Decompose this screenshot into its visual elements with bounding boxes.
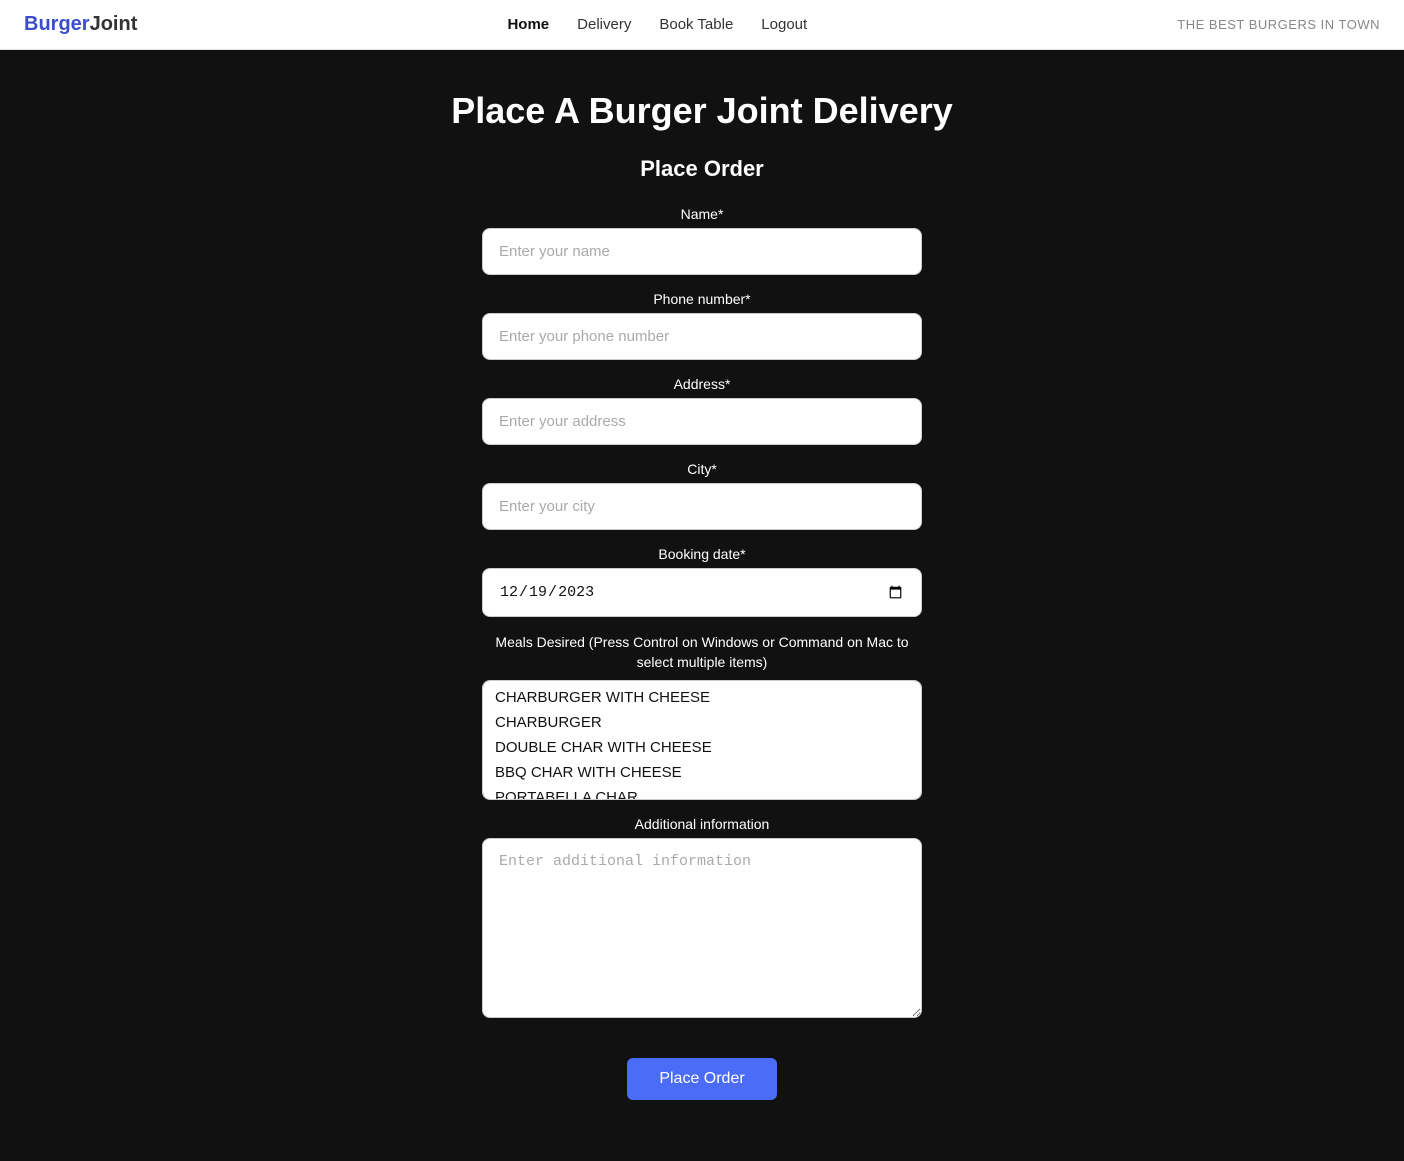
main-content: Place A Burger Joint Delivery Place Orde… <box>0 50 1404 1160</box>
navbar: BurgerJoint Home Delivery Book Table Log… <box>0 0 1404 50</box>
meals-select[interactable]: CHARBURGER WITH CHEESECHARBURGERDOUBLE C… <box>482 680 922 800</box>
phone-field-group: Phone number* <box>482 291 922 360</box>
booking-date-input[interactable] <box>482 568 922 617</box>
phone-label: Phone number* <box>653 291 750 307</box>
address-field-group: Address* <box>482 376 922 445</box>
page-title: Place A Burger Joint Delivery <box>451 90 953 132</box>
city-field-group: City* <box>482 461 922 530</box>
nav-home[interactable]: Home <box>507 16 549 33</box>
nav-book-table[interactable]: Book Table <box>659 16 733 33</box>
logo-burger: Burger <box>24 13 90 35</box>
navbar-tagline: THE BEST BURGERS IN TOWN <box>1177 17 1380 32</box>
logo-container: BurgerJoint <box>24 13 137 36</box>
address-input[interactable] <box>482 398 922 445</box>
nav-delivery[interactable]: Delivery <box>577 16 631 33</box>
additional-field-group: Additional information <box>482 816 922 1018</box>
meals-label: Meals Desired (Press Control on Windows … <box>482 633 922 672</box>
nav-logout[interactable]: Logout <box>761 16 807 33</box>
meals-field-group: Meals Desired (Press Control on Windows … <box>482 633 922 800</box>
place-order-button[interactable]: Place Order <box>627 1058 776 1100</box>
city-input[interactable] <box>482 483 922 530</box>
additional-label: Additional information <box>635 816 770 832</box>
booking-date-label: Booking date* <box>658 546 745 562</box>
phone-input[interactable] <box>482 313 922 360</box>
logo: BurgerJoint <box>24 13 137 36</box>
name-field-group: Name* <box>482 206 922 275</box>
additional-textarea[interactable] <box>482 838 922 1018</box>
name-input[interactable] <box>482 228 922 275</box>
name-label: Name* <box>681 206 724 222</box>
logo-joint: Joint <box>90 13 138 35</box>
form-container: Place Order Name* Phone number* Address*… <box>482 156 922 1100</box>
form-section-title: Place Order <box>640 156 764 182</box>
address-label: Address* <box>674 376 731 392</box>
city-label: City* <box>687 461 717 477</box>
nav-links: Home Delivery Book Table Logout <box>507 16 807 33</box>
booking-date-field-group: Booking date* <box>482 546 922 617</box>
